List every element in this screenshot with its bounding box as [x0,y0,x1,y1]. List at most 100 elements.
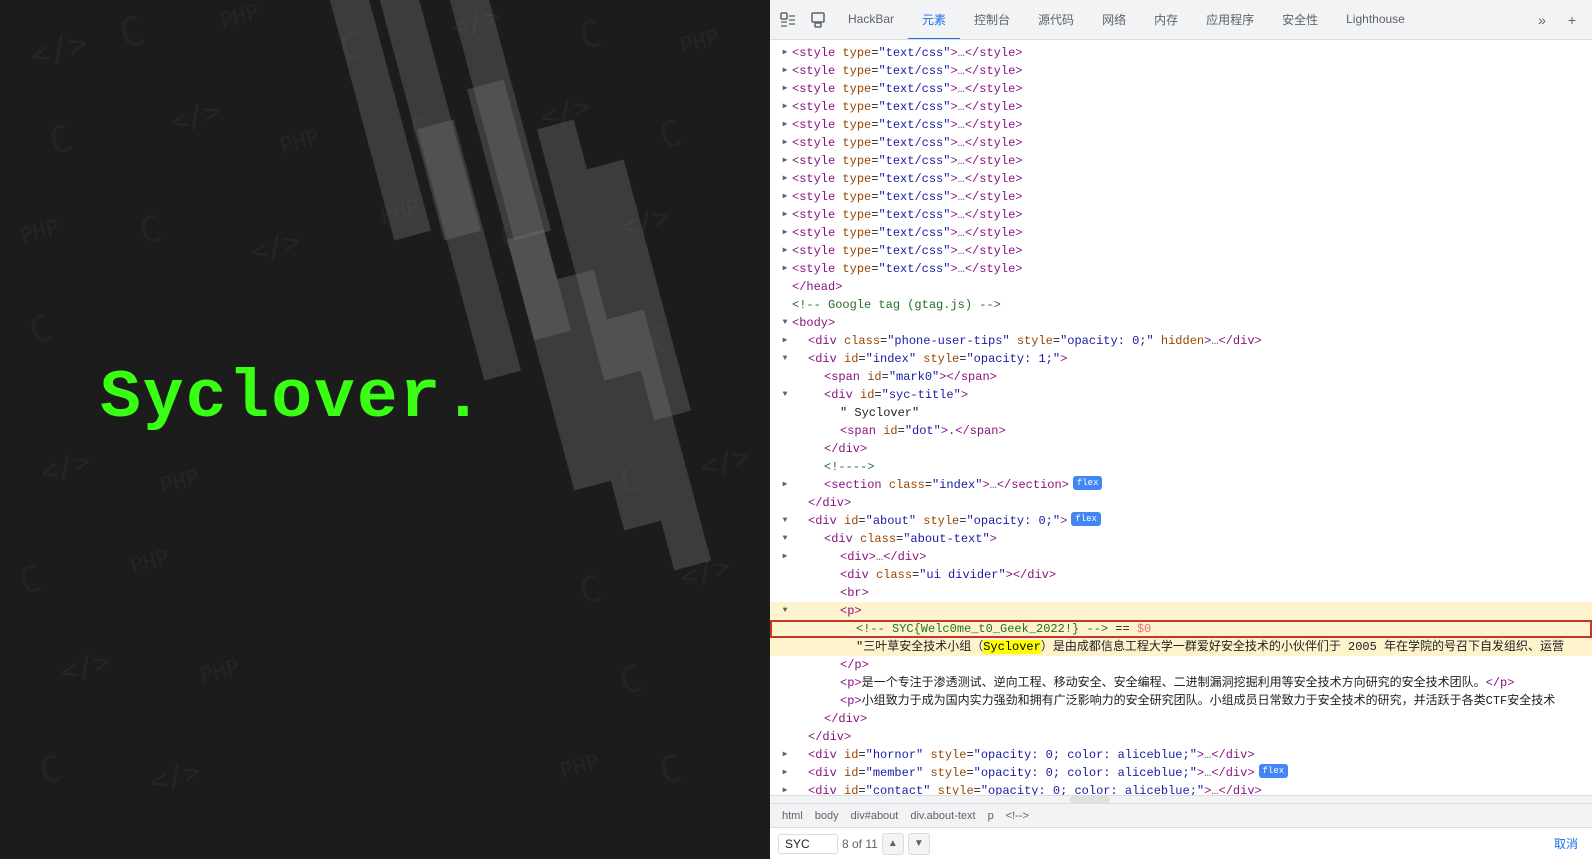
expand-arrow[interactable]: ▶ [778,332,792,350]
expand-arrow[interactable]: ▼ [778,530,792,548]
dom-line: "三叶草安全技术小组（Syclover）是由成都信息工程大学一群爱好安全技术的小… [770,638,1592,656]
breadcrumb-comment[interactable]: <!--> [1002,808,1033,824]
expand-arrow[interactable]: ▶ [778,746,792,764]
inspect-element-btn[interactable] [774,6,802,34]
flex-badge: flex [1259,764,1289,778]
dom-line: </div> [770,494,1592,512]
dom-line: ▼ <body> [770,314,1592,332]
dom-line: ▶ <style type="text/css">…</style> [770,170,1592,188]
expand-arrow[interactable]: ▶ [778,548,792,566]
breadcrumb-p[interactable]: p [984,808,998,824]
tab-hackbar[interactable]: HackBar [834,0,908,39]
prev-result-btn[interactable]: ▲ [882,833,904,855]
device-toolbar-btn[interactable] [804,6,832,34]
dom-line: ▼ <div id="about" style="opacity: 0;"> f… [770,512,1592,530]
expand-arrow[interactable]: ▶ [778,44,792,62]
dom-line: ▶ <div class="phone-user-tips" style="op… [770,332,1592,350]
expand-arrow[interactable]: ▶ [778,206,792,224]
dom-line: <span id="dot">.</span> [770,422,1592,440]
tab-lighthouse[interactable]: Lighthouse [1332,0,1419,39]
expand-arrow[interactable]: ▶ [778,80,792,98]
expand-arrow[interactable]: ▶ [778,116,792,134]
breadcrumb-html[interactable]: html [778,808,807,824]
expand-arrow[interactable]: ▼ [778,350,792,368]
dom-line: ▶ <div id="hornor" style="opacity: 0; co… [770,746,1592,764]
expand-arrow[interactable]: ▶ [778,224,792,242]
expand-arrow[interactable]: ▶ [778,242,792,260]
tab-security[interactable]: 安全性 [1268,0,1332,39]
devtools-tabs: HackBar 元素 控制台 源代码 网络 内存 应用程序 安全性 Lighth… [834,0,1528,39]
dom-line: <!-- Google tag (gtag.js) --> [770,296,1592,314]
page-count: 8 of 11 [842,837,878,851]
dom-line: ▼ <p> [770,602,1592,620]
expand-arrow[interactable]: ▼ [778,386,792,404]
tab-application[interactable]: 应用程序 [1192,0,1268,39]
tab-sources[interactable]: 源代码 [1024,0,1088,39]
dom-line: <br> [770,584,1592,602]
horizontal-scrollbar[interactable] [770,795,1592,803]
dom-content[interactable]: ▶ <style type="text/css">…</style> ▶ <st… [770,40,1592,795]
devtools-panel: HackBar 元素 控制台 源代码 网络 内存 应用程序 安全性 Lighth… [770,0,1592,859]
breadcrumb-body[interactable]: body [811,808,843,824]
more-tabs-btn[interactable]: » [1528,6,1556,34]
site-title: Syclover. [100,360,485,437]
breadcrumb-divabouttext[interactable]: div.about-text [906,808,979,824]
dom-line: ▶ <style type="text/css">…</style> [770,80,1592,98]
dom-line: ▶ <style type="text/css">…</style> [770,242,1592,260]
dom-line: ▶ <style type="text/css">…</style> [770,224,1592,242]
expand-arrow[interactable]: ▶ [778,764,792,782]
website-preview: </> C PHP C </> C PHP C </> PHP C </> C … [0,0,770,859]
expand-arrow[interactable]: ▶ [778,134,792,152]
flex-badge: flex [1071,512,1101,526]
dom-line: ▶ <style type="text/css">…</style> [770,206,1592,224]
dom-line: <span id="mark0"></span> [770,368,1592,386]
search-input[interactable] [778,834,838,854]
dom-line: ▼ <div id="index" style="opacity: 1;"> [770,350,1592,368]
expand-arrow[interactable]: ▼ [778,602,792,620]
expand-arrow[interactable]: ▶ [778,188,792,206]
dom-line: </p> [770,656,1592,674]
dom-line: ▶ <section class="index">…</section> fle… [770,476,1592,494]
tab-memory[interactable]: 内存 [1140,0,1192,39]
dom-line: ▶ <div id="contact" style="opacity: 0; c… [770,782,1592,795]
expand-arrow[interactable]: ▶ [778,98,792,116]
expand-arrow[interactable]: ▶ [778,62,792,80]
breadcrumb-divabout[interactable]: div#about [847,808,903,824]
expand-arrow[interactable]: ▶ [778,476,792,494]
dom-line: </div> [770,728,1592,746]
add-tab-btn[interactable]: + [1558,6,1586,34]
dom-line: ▶ <style type="text/css">…</style> [770,62,1592,80]
dom-line: ▶ <div id="member" style="opacity: 0; co… [770,764,1592,782]
dom-line: ▶ <style type="text/css">…</style> [770,44,1592,62]
dom-line: " Syclover" [770,404,1592,422]
dom-line: ▶ <style type="text/css">…</style> [770,134,1592,152]
cancel-btn[interactable]: 取消 [1548,833,1584,854]
expand-arrow[interactable]: ▼ [778,314,792,332]
dom-line: <p>是一个专注于渗透测试、逆向工程、移动安全、安全编程、二进制漏洞挖掘利用等安… [770,674,1592,692]
toolbar-right: » + [1528,6,1588,34]
dom-line: ▶ <style type="text/css">…</style> [770,152,1592,170]
expand-arrow[interactable]: ▶ [778,260,792,278]
expand-arrow[interactable]: ▶ [778,152,792,170]
footer-right: 取消 [1548,833,1584,854]
devtools-footer: 8 of 11 ▲ ▼ 取消 [770,827,1592,859]
dom-line: <div class="ui divider"></div> [770,566,1592,584]
footer-left: 8 of 11 ▲ ▼ [778,833,930,855]
expand-arrow[interactable]: ▶ [778,782,792,795]
dom-line: </div> [770,440,1592,458]
devtools-toolbar: HackBar 元素 控制台 源代码 网络 内存 应用程序 安全性 Lighth… [770,0,1592,40]
flag-comment-line: <!-- SYC{Welc0me_t0_Geek_2022!} --> == $… [770,620,1592,638]
tab-elements[interactable]: 元素 [908,0,960,39]
dom-line: <p>小组致力于成为国内实力强劲和拥有广泛影响力的安全研究团队。小组成员日常致力… [770,692,1592,710]
tab-console[interactable]: 控制台 [960,0,1024,39]
dom-line: </head> [770,278,1592,296]
dom-line: ▼ <div class="about-text"> [770,530,1592,548]
expand-arrow[interactable]: ▼ [778,512,792,530]
dom-line: ▼ <div id="syc-title"> [770,386,1592,404]
devtools-breadcrumb: html body div#about div.about-text p <!-… [770,803,1592,827]
dom-line: ▶ <style type="text/css">…</style> [770,116,1592,134]
expand-arrow[interactable]: ▶ [778,170,792,188]
next-result-btn[interactable]: ▼ [908,833,930,855]
dom-line: ▶ <style type="text/css">…</style> [770,260,1592,278]
tab-network[interactable]: 网络 [1088,0,1140,39]
